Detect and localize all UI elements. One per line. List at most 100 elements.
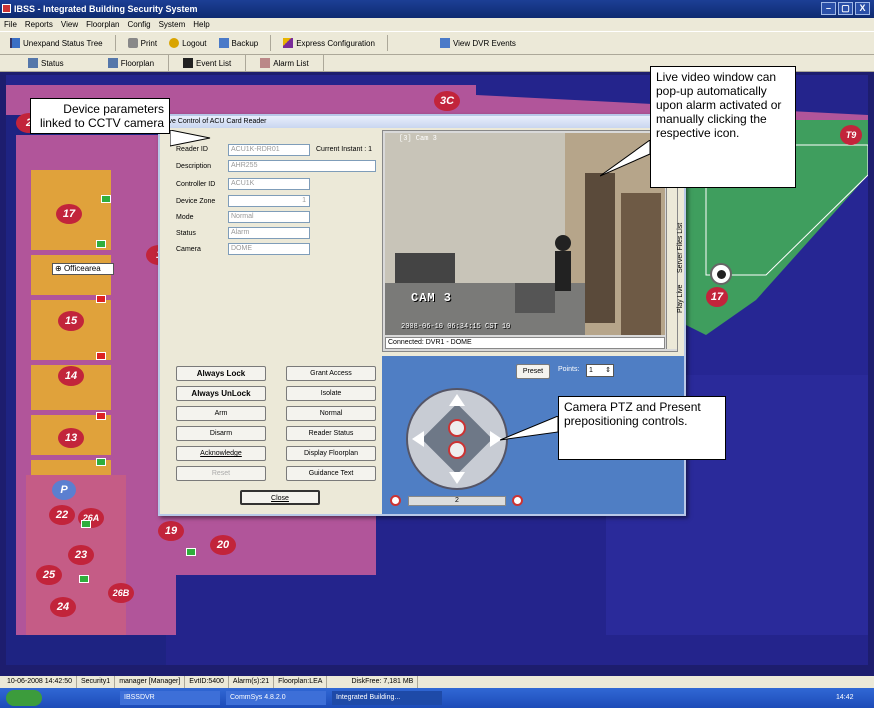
mode-field: Normal (228, 211, 310, 223)
menu-view[interactable]: View (61, 18, 78, 31)
display-floorplan-button[interactable]: Display Floorplan (286, 446, 376, 461)
reset-button[interactable]: Reset (176, 466, 266, 481)
acknowledge-button[interactable]: Acknowledge (176, 446, 266, 461)
room-marker[interactable]: 22 (49, 505, 75, 525)
start-button[interactable] (6, 690, 42, 706)
wand-icon (283, 38, 294, 48)
express-configuration-button[interactable]: Express Configuration (283, 38, 375, 48)
maximize-button[interactable]: ▢ (838, 2, 853, 15)
unexpand-label: Unexpand Status Tree (23, 38, 103, 48)
menu-file[interactable]: File (4, 18, 17, 31)
dvr-icon (439, 38, 450, 48)
door-status-alarm[interactable] (96, 352, 106, 360)
reader-status-button[interactable]: Reader Status (286, 426, 376, 441)
backup-button[interactable]: Backup (218, 38, 258, 48)
door-status-normal[interactable] (79, 575, 89, 583)
menu-reports[interactable]: Reports (25, 18, 53, 31)
door-status-normal[interactable] (81, 520, 91, 528)
room-marker[interactable]: 24 (50, 597, 76, 617)
minimize-button[interactable]: – (821, 2, 836, 15)
room-marker[interactable]: 15 (58, 311, 84, 331)
points-spinner[interactable]: 1 ⇕ (586, 364, 614, 377)
officearea-label[interactable]: ⊕ Officearea (52, 263, 114, 275)
door-status-alarm[interactable] (96, 295, 106, 303)
status-workstation: Security1 (77, 676, 116, 688)
room-marker[interactable]: 23 (68, 545, 94, 565)
zoom-decrease-icon[interactable] (390, 495, 401, 506)
parking-marker[interactable]: P (52, 480, 76, 500)
status-user: manager [Manager] (115, 676, 186, 688)
taskbar-item[interactable]: IBSSDVR (120, 691, 220, 705)
close-button[interactable]: Close (240, 490, 320, 505)
preset-button[interactable]: Preset (516, 364, 550, 379)
zoom-level-bar[interactable]: 2 (408, 496, 506, 506)
disarm-button[interactable]: Disarm (176, 426, 266, 441)
arm-button[interactable]: Arm (176, 406, 266, 421)
close-window-button[interactable]: X (855, 2, 870, 15)
zoom-in-icon[interactable] (467, 414, 479, 426)
tab-event-list[interactable]: Event List (183, 58, 231, 68)
room-marker[interactable]: 19 (158, 521, 184, 541)
room-marker[interactable]: 26B (108, 583, 134, 603)
tab-play-live[interactable]: Play Live (677, 285, 684, 313)
ptz-callout-pointer (500, 416, 559, 441)
normal-button[interactable]: Normal (286, 406, 376, 421)
status-alarms: Alarm(s):21 (229, 676, 275, 688)
room-marker[interactable]: 14 (58, 366, 84, 386)
door-status-normal[interactable] (186, 548, 196, 556)
room-marker[interactable]: 17 (706, 287, 728, 307)
menu-config[interactable]: Config (127, 18, 150, 31)
tab-server-files-list[interactable]: Server Files List (677, 223, 684, 273)
tab-floorplan-label: Floorplan (120, 58, 155, 68)
zoom-increase-icon[interactable] (512, 495, 523, 506)
room-marker[interactable]: 25 (36, 565, 62, 585)
tab-separator (168, 55, 170, 71)
room-marker[interactable]: T9 (840, 125, 862, 145)
tab-alarm-list[interactable]: Alarm List (260, 58, 309, 68)
video-callout-pointer (600, 140, 651, 177)
tab-status[interactable]: Status (28, 58, 64, 68)
unexpand-status-tree-button[interactable]: Unexpand Status Tree (10, 38, 103, 48)
always-unlock-button[interactable]: Always UnLock (176, 386, 266, 401)
menu-help[interactable]: Help (193, 18, 209, 31)
print-label: Print (140, 38, 158, 48)
device-parameters-panel: Reader ID ACU1K-RDR01 Current Instant : … (160, 128, 382, 356)
title-bar: IBSS - Integrated Building Security Syst… (0, 0, 874, 18)
taskbar-item[interactable]: CommSys 4.8.2.0 (226, 691, 326, 705)
logout-button[interactable]: Logout (169, 38, 207, 48)
room-marker[interactable]: 20 (210, 535, 236, 555)
grant-access-button[interactable]: Grant Access (286, 366, 376, 381)
print-button[interactable]: Print (127, 38, 158, 48)
room-marker[interactable]: 17 (56, 204, 82, 224)
door-status-normal[interactable] (101, 195, 111, 203)
menu-system[interactable]: System (159, 18, 186, 31)
points-label: Points: (558, 366, 580, 373)
printer-icon (127, 38, 138, 48)
always-lock-button[interactable]: Always Lock (176, 366, 266, 381)
door-status-normal[interactable] (96, 240, 106, 248)
ptz-joystick[interactable] (402, 384, 512, 494)
toolbar: Unexpand Status Tree Print Logout Backup… (0, 31, 874, 55)
video-callout: Live video window can pop-up automatical… (650, 66, 796, 188)
tab-floorplan[interactable]: Floorplan (107, 58, 155, 68)
zoom-icon: ⊕ (55, 264, 62, 273)
device-zone-label: Device Zone (176, 198, 216, 205)
isolate-button[interactable]: Isolate (286, 386, 376, 401)
floorplan-icon (107, 58, 118, 68)
toolbar-separator (114, 35, 116, 51)
guidance-text-button[interactable]: Guidance Text (286, 466, 376, 481)
app-icon (2, 4, 11, 13)
door-status-alarm[interactable] (96, 412, 106, 420)
menu-floorplan[interactable]: Floorplan (86, 18, 119, 31)
view-dvr-events-button[interactable]: View DVR Events (439, 38, 516, 48)
taskbar-item[interactable]: Integrated Building... (332, 691, 442, 705)
dome-camera-icon[interactable] (710, 263, 732, 285)
door-status-normal[interactable] (96, 458, 106, 466)
camera-label: Camera (176, 246, 201, 253)
room-marker[interactable]: 3C (434, 91, 460, 111)
dialog-title: Live Control of ACU Card Reader (160, 116, 684, 128)
zoom-out-icon[interactable] (467, 436, 479, 448)
room-marker[interactable]: 13 (58, 428, 84, 448)
status-evtid: EvtID:5400 (185, 676, 229, 688)
status-field: Alarm (228, 227, 310, 239)
